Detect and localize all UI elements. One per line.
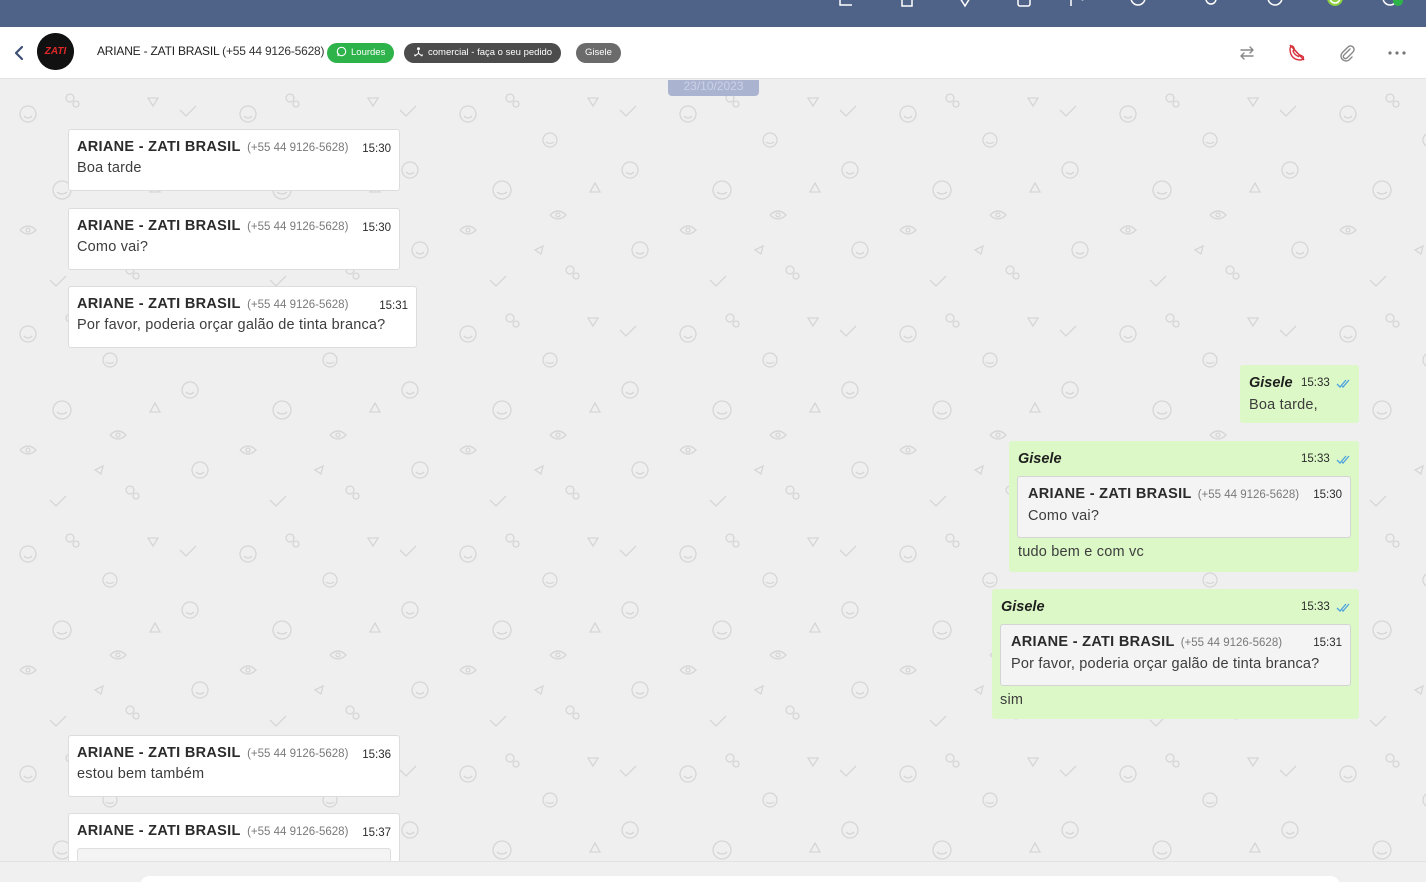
message-sender-phone: (+55 44 9126-5628) — [247, 221, 349, 233]
message-time: 15:36 — [362, 749, 391, 761]
quoted-sender: ARIANE - ZATI BRASIL (+55 44 9126-5628) — [1028, 486, 1299, 502]
message-sender: ARIANE - ZATI BRASIL — [77, 296, 241, 312]
status-online-icon[interactable] — [1327, 0, 1343, 8]
message-time: 15:30 — [362, 222, 391, 234]
quoted-message[interactable]: ARIANE - ZATI BRASIL (+55 44 9126-5628) … — [1017, 476, 1351, 538]
incoming-message[interactable]: ARIANE - ZATI BRASIL (+55 44 9126-5628) … — [68, 813, 400, 861]
clock-icon[interactable] — [1130, 0, 1146, 8]
tag-agent-label: Lourdes — [351, 47, 386, 58]
avatar[interactable]: ZATI — [37, 33, 74, 70]
message-sender: ARIANE - ZATI BRASIL — [77, 823, 241, 839]
whatsapp-icon — [336, 46, 347, 57]
quoted-sender-name: ARIANE - ZATI BRASIL — [1028, 486, 1192, 502]
tag-agent[interactable]: Lourdes — [327, 43, 395, 63]
message-time: 15:33 — [1301, 601, 1330, 613]
outgoing-message[interactable]: Gisele 15:33 ARIANE - ZATI BRASIL (+55 4… — [1009, 441, 1359, 572]
chart-icon[interactable] — [838, 0, 854, 8]
quoted-sender-phone: (+55 44 9126-5628) — [1197, 489, 1300, 501]
message-text: Boa tarde — [77, 160, 142, 176]
top-app-bar — [0, 0, 1426, 27]
quoted-text: Por favor, poderia orçar galão de tinta … — [1011, 656, 1320, 672]
location-icon[interactable] — [957, 0, 973, 8]
incoming-message[interactable]: ARIANE - ZATI BRASIL (+55 44 9126-5628) … — [68, 286, 417, 348]
message-sender: Gisele — [1001, 599, 1045, 615]
message-time: 15:33 — [1301, 377, 1330, 389]
tag-user-label: Gisele — [585, 47, 612, 58]
read-receipt-icon — [1336, 455, 1350, 464]
message-text: tudo bem e com vc — [1018, 544, 1144, 560]
outgoing-message[interactable]: Gisele 15:33 ARIANE - ZATI BRASIL (+55 4… — [992, 589, 1359, 719]
message-text: Como vai? — [77, 239, 149, 255]
quoted-sender: ARIANE - ZATI BRASIL (+55 44 9126-5628) — [1011, 634, 1282, 650]
contact-title: ARIANE - ZATI BRASIL (+55 44 9126-5628) — [97, 44, 325, 58]
quoted-message[interactable]: ARIANE - ZATI BRASIL (+55 44 9126-5628) … — [1000, 624, 1351, 686]
message-time: 15:37 — [362, 827, 391, 839]
quoted-sender-phone: (+55 44 9126-5628) — [1180, 637, 1283, 649]
read-receipt-icon — [1336, 379, 1350, 388]
message-sender: ARIANE - ZATI BRASIL — [77, 745, 241, 761]
notification-icon[interactable] — [1381, 0, 1403, 8]
settings-icon[interactable] — [1203, 0, 1219, 8]
message-text: Boa tarde, — [1249, 397, 1318, 413]
message-sender-phone: (+55 44 9126-5628) — [247, 826, 349, 838]
quoted-time: 15:30 — [1313, 489, 1342, 501]
date-separator: 23/10/2023 — [668, 80, 759, 96]
transfer-icon[interactable] — [1237, 43, 1257, 63]
avatar-logo-text: ZATI — [44, 46, 67, 57]
attach-icon[interactable] — [1337, 43, 1357, 63]
message-time: 15:33 — [1301, 453, 1330, 465]
chat-area[interactable]: 23/10/2023 ARIANE - ZATI BRASIL (+55 44 … — [0, 80, 1426, 861]
incoming-message[interactable]: ARIANE - ZATI BRASIL (+55 44 9126-5628) … — [68, 208, 400, 270]
read-receipt-icon — [1336, 603, 1350, 612]
tag-queue-label: comercial - faça o seu pedido — [428, 47, 553, 58]
message-sender: ARIANE - ZATI BRASIL — [77, 139, 241, 155]
message-text: Por favor, poderia orçar galão de tinta … — [77, 317, 386, 333]
message-text: sim — [1000, 692, 1024, 708]
end-call-icon[interactable] — [1287, 43, 1307, 63]
incoming-message[interactable]: ARIANE - ZATI BRASIL (+55 44 9126-5628) … — [68, 129, 400, 191]
contact-name: ARIANE - ZATI BRASIL — [97, 44, 220, 58]
message-sender-phone: (+55 44 9126-5628) — [247, 142, 349, 154]
message-sender: Gisele — [1249, 375, 1293, 391]
message-text: estou bem também — [77, 766, 205, 782]
contact-phone: (+55 44 9126-5628) — [222, 44, 325, 58]
document-icon[interactable] — [899, 0, 915, 8]
message-time: 15:30 — [362, 143, 391, 155]
message-sender-phone: (+55 44 9126-5628) — [247, 299, 349, 311]
quoted-time: 15:31 — [1313, 637, 1342, 649]
tag-queue[interactable]: comercial - faça o seu pedido — [404, 43, 562, 63]
incoming-message[interactable]: ARIANE - ZATI BRASIL (+55 44 9126-5628) … — [68, 735, 400, 797]
more-icon[interactable] — [1387, 43, 1407, 63]
tag-user[interactable]: Gisele — [576, 43, 621, 63]
user-add-icon[interactable] — [1069, 0, 1085, 8]
queue-icon — [414, 47, 423, 57]
quoted-message[interactable] — [77, 848, 391, 861]
quoted-sender-name: ARIANE - ZATI BRASIL — [1011, 634, 1175, 650]
message-sender: ARIANE - ZATI BRASIL — [77, 218, 241, 234]
users-icon[interactable] — [1016, 0, 1032, 8]
help-icon[interactable] — [1267, 0, 1283, 8]
quoted-text: Como vai? — [1028, 508, 1100, 524]
message-time: 15:31 — [379, 300, 408, 312]
outgoing-message[interactable]: Gisele 15:33 Boa tarde, — [1240, 365, 1359, 423]
conversation-header: ZATI ARIANE - ZATI BRASIL (+55 44 9126-5… — [0, 27, 1426, 79]
message-sender: Gisele — [1018, 451, 1062, 467]
chevron-left-icon[interactable] — [12, 43, 26, 63]
message-input[interactable] — [140, 876, 1340, 882]
message-sender-phone: (+55 44 9126-5628) — [247, 748, 349, 760]
composer-bar — [0, 861, 1426, 882]
